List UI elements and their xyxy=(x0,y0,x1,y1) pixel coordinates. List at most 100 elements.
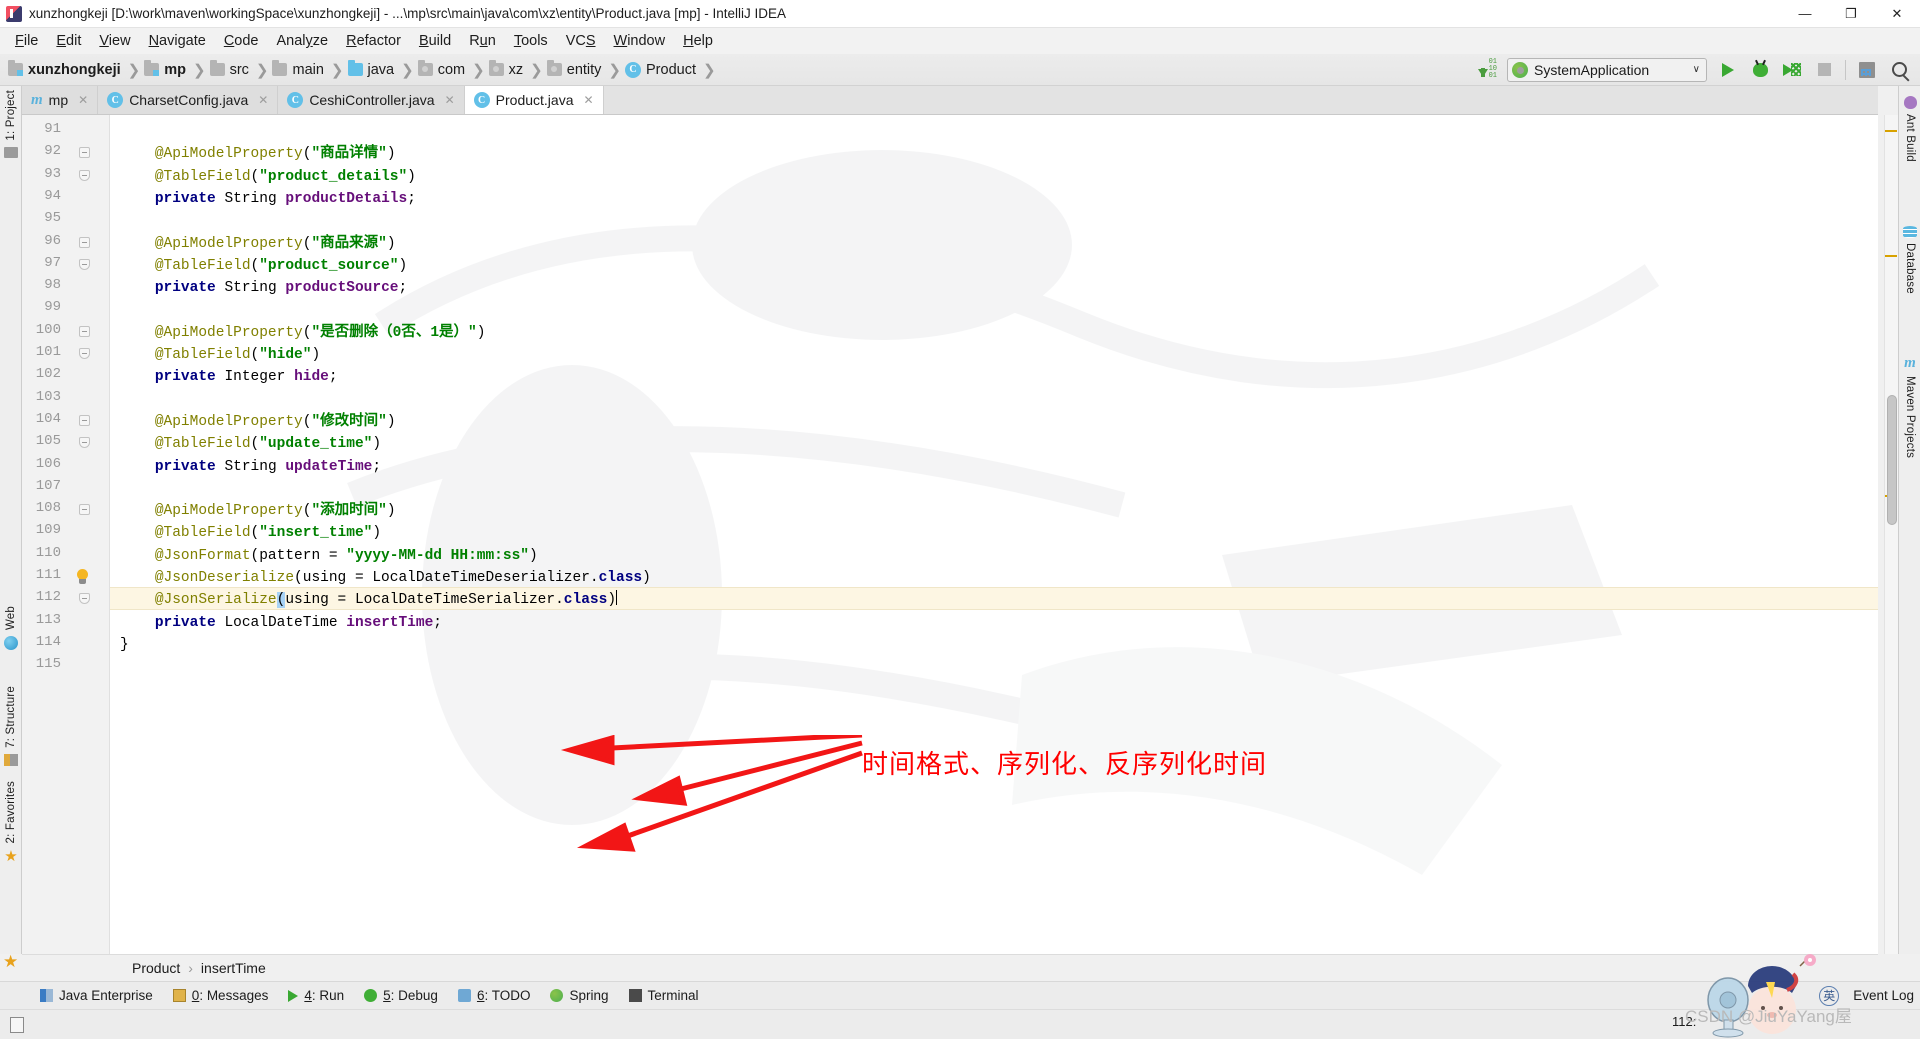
code-line[interactable]: private String updateTime; xyxy=(120,456,381,478)
code-line[interactable]: @ApiModelProperty("是否删除（0否、1是）") xyxy=(120,322,486,344)
event-log-button[interactable]: Event Log xyxy=(1853,988,1914,1003)
menu-run[interactable]: Run xyxy=(460,31,505,51)
ime-language-icon[interactable]: 英 xyxy=(1819,985,1840,1006)
marker-warning[interactable] xyxy=(1885,130,1897,132)
code-editor[interactable]: 91 92 93 94 95 96 97 98 99 100 101 102 103 104 105 106 1… xyxy=(22,115,1878,954)
run-button[interactable] xyxy=(1717,59,1739,81)
code-line[interactable]: @TableField("update_time") xyxy=(120,433,381,455)
code-line[interactable]: @JsonSerialize(using = LocalDateTimeSeri… xyxy=(120,589,618,611)
tool-window-todo[interactable]: 6: TODO xyxy=(457,988,530,1003)
code-line[interactable]: @TableField("hide") xyxy=(120,344,320,366)
breadcrumb-label: entity xyxy=(566,61,602,78)
stop-button[interactable] xyxy=(1813,59,1835,81)
menu-code[interactable]: Code xyxy=(215,31,268,51)
sidebar-item-favorites[interactable]: 2: Favorites ★ xyxy=(0,781,22,864)
code-fold-toggle[interactable] xyxy=(79,348,90,359)
code-fold-toggle[interactable] xyxy=(79,325,90,337)
code-line[interactable]: private String productSource; xyxy=(120,277,407,299)
editor-marker-scrollbar[interactable] xyxy=(1884,115,1898,954)
close-button[interactable]: ✕ xyxy=(1874,0,1920,28)
menu-build[interactable]: Build xyxy=(410,31,460,51)
menu-edit[interactable]: Edit xyxy=(47,31,90,51)
code-line[interactable]: private LocalDateTime insertTime; xyxy=(120,612,442,634)
code-fold-toggle[interactable] xyxy=(79,593,90,605)
code-fold-toggle[interactable] xyxy=(79,504,90,516)
code-fold-toggle[interactable] xyxy=(79,414,90,426)
menu-tools[interactable]: Tools xyxy=(505,31,557,51)
sidebar-item-web[interactable]: Web xyxy=(0,606,22,651)
menu-vcs[interactable]: VCS xyxy=(557,31,605,51)
code-fold-toggle[interactable] xyxy=(79,437,90,449)
database-button[interactable] xyxy=(1856,59,1878,81)
tool-window-debug[interactable]: 5: Debug xyxy=(364,988,438,1003)
menu-file[interactable]: File xyxy=(6,31,47,51)
scrollbar-thumb[interactable] xyxy=(1887,395,1897,525)
maximize-button[interactable]: ❐ xyxy=(1828,0,1874,28)
menu-analyze[interactable]: Analyze xyxy=(268,31,338,51)
tab-ceshicontroller-java[interactable]: C CeshiController.java ✕ xyxy=(278,86,465,114)
tool-window-spring[interactable]: Spring xyxy=(550,988,609,1003)
minimize-button[interactable]: — xyxy=(1782,0,1828,28)
breadcrumb-class[interactable]: Product xyxy=(132,960,180,976)
sidebar-item-structure[interactable]: 7: Structure xyxy=(0,686,22,766)
tool-window-javaenterprise[interactable]: Java Enterprise xyxy=(40,988,153,1003)
breadcrumb-member[interactable]: insertTime xyxy=(201,960,266,976)
tool-window-terminal[interactable]: Terminal xyxy=(628,988,699,1003)
code-line[interactable]: @ApiModelProperty("商品详情") xyxy=(120,143,396,165)
code-line[interactable]: private String productDetails; xyxy=(120,188,416,210)
run-with-coverage-button[interactable] xyxy=(1781,59,1803,81)
code-line[interactable]: @ApiModelProperty("修改时间") xyxy=(120,411,396,433)
sidebar-item-project[interactable]: 1: Project xyxy=(0,90,22,158)
sidebar-item-maven-projects[interactable]: m Maven Projects xyxy=(1899,356,1920,459)
code-fold-toggle[interactable] xyxy=(79,169,90,181)
toggle-toolbar-icon[interactable] xyxy=(10,1016,24,1033)
close-icon[interactable]: ✕ xyxy=(258,93,268,107)
code-content[interactable]: @ApiModelProperty("商品详情") @TableField("p… xyxy=(110,115,1878,954)
sidebar-item-database[interactable]: Database xyxy=(1899,226,1920,294)
tool-window-run[interactable]: 4: Run xyxy=(288,988,344,1003)
tab-product-java[interactable]: C Product.java ✕ xyxy=(464,86,604,114)
tool-window-messages[interactable]: 0: Messages xyxy=(172,988,268,1003)
breadcrumb-item-main[interactable]: main ❯ xyxy=(272,60,347,79)
code-line[interactable]: } xyxy=(120,634,129,656)
tab-label: CeshiController.java xyxy=(309,92,435,108)
breadcrumb-item-xunzhongkeji[interactable]: xunzhongkeji ❯ xyxy=(8,60,144,79)
breadcrumb-item-entity[interactable]: entity ❯ xyxy=(546,60,625,79)
tab-charsetconfig-java[interactable]: C CharsetConfig.java ✕ xyxy=(98,86,279,114)
search-everywhere-button[interactable] xyxy=(1888,59,1910,81)
breadcrumb-item-java[interactable]: java ❯ xyxy=(347,60,418,79)
breadcrumb-item-xz[interactable]: xz ❯ xyxy=(488,60,547,79)
code-line[interactable]: @ApiModelProperty("商品来源") xyxy=(120,233,396,255)
editor-gutter[interactable]: 91 92 93 94 95 96 97 98 99 100 101 102 103 104 105 106 1… xyxy=(22,115,110,954)
close-icon[interactable]: ✕ xyxy=(445,93,455,107)
breadcrumb-item-mp[interactable]: mp ❯ xyxy=(144,60,209,79)
tab-mp[interactable]: m mp ✕ xyxy=(22,86,99,114)
code-line[interactable]: @TableField("product_source") xyxy=(120,255,407,277)
favorites-star-icon[interactable]: ★ xyxy=(3,952,18,972)
code-line[interactable]: @JsonFormat(pattern = "yyyy-MM-dd HH:mm:… xyxy=(120,545,538,567)
debug-button[interactable] xyxy=(1749,59,1771,81)
breadcrumb-item-src[interactable]: src ❯ xyxy=(209,60,273,79)
close-icon[interactable]: ✕ xyxy=(584,93,594,107)
code-line[interactable]: private Integer hide; xyxy=(120,366,338,388)
code-line[interactable]: @TableField("insert_time") xyxy=(120,522,381,544)
menu-refactor[interactable]: Refactor xyxy=(337,31,410,51)
breadcrumb-item-com[interactable]: com ❯ xyxy=(417,60,489,79)
code-fold-toggle[interactable] xyxy=(79,236,90,248)
code-fold-toggle[interactable] xyxy=(79,147,90,159)
menu-view[interactable]: View xyxy=(90,31,139,51)
run-configuration-selector[interactable]: SystemApplication ∨ xyxy=(1507,57,1707,82)
close-icon[interactable]: ✕ xyxy=(78,93,88,107)
breadcrumb-item-product[interactable]: C Product ❯ xyxy=(625,61,720,79)
marker-warning[interactable] xyxy=(1885,255,1897,257)
code-line[interactable]: @JsonDeserialize(using = LocalDateTimeDe… xyxy=(120,567,651,589)
update-project-icon[interactable]: 01 10 01 xyxy=(1477,59,1497,80)
code-line[interactable]: @TableField("product_details") xyxy=(120,166,416,188)
sidebar-item-ant-build[interactable]: Ant Build xyxy=(1899,96,1920,162)
code-fold-toggle[interactable] xyxy=(79,258,90,270)
code-line[interactable]: @ApiModelProperty("添加时间") xyxy=(120,500,396,522)
menu-window[interactable]: Window xyxy=(605,31,675,51)
intention-bulb-icon[interactable] xyxy=(75,569,90,585)
menu-help[interactable]: Help xyxy=(674,31,722,51)
menu-navigate[interactable]: Navigate xyxy=(140,31,215,51)
